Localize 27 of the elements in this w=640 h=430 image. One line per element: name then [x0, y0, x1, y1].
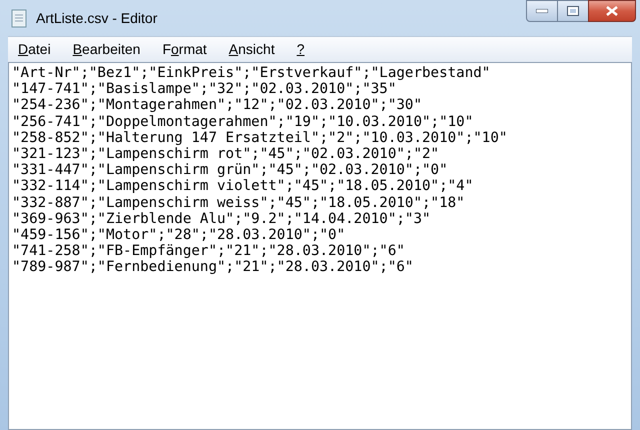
menu-item[interactable]: Bearbeiten [72, 39, 140, 60]
text-line: "Art-Nr";"Bez1";"EinkPreis";"Erstverkauf";"Lagerbestand" [12, 65, 490, 82]
text-line: "369-963";"Zierblende Alu";"9.2";"14.04.2010";"3" [12, 210, 431, 228]
text-line: "258-852";"Halterung 147 Ersatzteil";"2";"10.03.2010";"10" [12, 130, 508, 146]
text-line: "332-114";"Lampenschirm violett";"45";"18.05.2010";"4" [12, 178, 474, 195]
close-icon [606, 6, 618, 16]
maximize-icon [567, 6, 579, 16]
close-button[interactable] [588, 0, 636, 22]
window-title: ArtListe.csv - Editor [36, 8, 158, 28]
menu-item[interactable]: Format [162, 39, 207, 60]
minimize-icon [536, 9, 548, 13]
text-line: "331-447";"Lampenschirm grün";"45";"02.03.2010";"0" [12, 162, 448, 178]
text-line: "256-741";"Doppelmontagerahmen";"19";"10.03.2010";"10" [12, 114, 474, 130]
text-line: "147-741";"Basislampe";"32";"02.03.2010";"35" [12, 81, 396, 98]
menu-item[interactable]: Datei [18, 39, 51, 60]
notepad-icon [10, 8, 28, 28]
text-line: "459-156";"Motor";"28";"28.03.2010";"0" [12, 227, 346, 244]
maximize-button[interactable] [558, 0, 588, 22]
text-line: "789-987";"Fernbedienung";"21";"28.03.2010";"6" [12, 259, 414, 276]
menu-item[interactable]: Ansicht [228, 39, 275, 60]
text-line: "254-236";"Montagerahmen";"12";"02.03.2010";"30" [12, 97, 422, 114]
text-area[interactable] [8, 62, 632, 430]
text-line: "321-123";"Lampenschirm rot";"45";"02.03.2010";"2" [12, 146, 440, 162]
menu-item[interactable]: ? [296, 39, 305, 60]
text-line: "332-887";"Lampenschirm weiss";"45";"18.05.2010";"18" [12, 194, 465, 211]
minimize-button[interactable] [526, 0, 558, 22]
text-line: "741-258";"FB-Empfänger";"21";"28.03.2010";"6" [12, 243, 405, 260]
